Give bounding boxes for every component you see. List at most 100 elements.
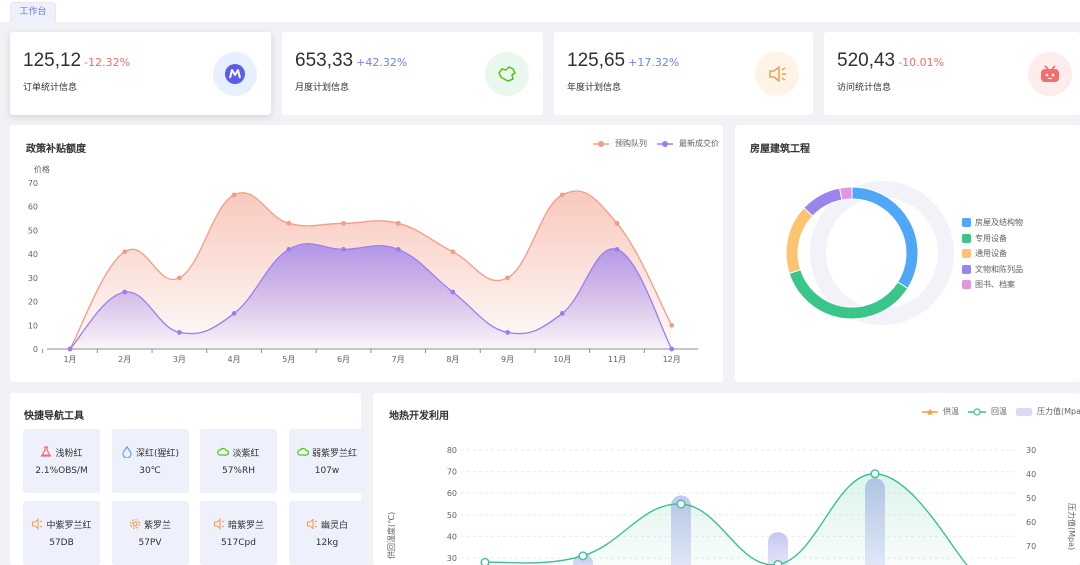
data-point[interactable] [669, 322, 675, 328]
geothermal-chart: 30 40 50 60 70 80 30 40 50 60 70 供回温度(℃) 压力值(Mpa) [386, 446, 1077, 565]
data-point[interactable] [67, 346, 73, 352]
data-point[interactable] [231, 192, 237, 198]
tool-tile[interactable]: 中紫罗兰红 57DB [23, 501, 100, 565]
bilibili-icon [1028, 52, 1072, 96]
y-tick-label: 60 [28, 203, 38, 212]
legend-item[interactable]: 图书、档案 [962, 277, 1023, 293]
data-point[interactable] [341, 220, 346, 226]
tab-bar [0, 0, 1080, 22]
data-point[interactable] [395, 220, 401, 226]
data-point[interactable] [395, 247, 401, 252]
tool-label: 紫罗兰 [143, 521, 171, 531]
tool-tile[interactable]: 深红(猩红) 30℃ [111, 429, 189, 493]
tool-tile[interactable]: 暗紫罗兰 517Cpd [200, 501, 277, 565]
stat-label: 月度计划信息 [295, 83, 350, 93]
data-point[interactable] [773, 559, 783, 565]
data-point[interactable] [669, 346, 675, 352]
legend-label: 图书、档案 [975, 280, 1015, 290]
data-point[interactable] [614, 247, 620, 252]
stat-card-visits[interactable]: 520,43 -10.01% 访问统计信息 [824, 32, 1080, 115]
data-point[interactable] [578, 551, 588, 561]
legend-item[interactable]: 房屋及结构物 [962, 215, 1023, 231]
legend-item[interactable]: 通用设备 [962, 246, 1023, 262]
data-point[interactable] [177, 330, 182, 335]
x-tick-label: 5月 [282, 355, 295, 364]
speaker-icon [755, 52, 799, 96]
y-axis-label: 供回温度(℃) [386, 512, 396, 559]
donut-slice[interactable] [785, 207, 814, 275]
data-point[interactable] [177, 275, 182, 281]
legend-swatch [962, 233, 971, 243]
quick-tools-panel: 快捷导航工具 浅粉红 2.1%OBS/M 深红(猩红) 30℃ 淡紫红 57%RH 弱紫罗兰… [10, 393, 366, 565]
stat-card-yearly[interactable]: 125,65 +17.32% 年度计划信息 [554, 32, 813, 115]
stat-card-monthly[interactable]: 653,33 +42.32% 月度计划信息 [282, 32, 543, 115]
data-point[interactable] [286, 247, 292, 252]
cloud-icon [217, 447, 230, 456]
y-tick-label: 40 [28, 250, 38, 259]
x-tick-label: 3月 [173, 355, 186, 364]
tool-tile[interactable]: 幽灵白 12kg [288, 501, 366, 565]
x-tick-label: 1月 [63, 355, 76, 364]
legend-label: 文物和陈列品 [975, 264, 1023, 274]
map-icon [485, 52, 529, 96]
data-point[interactable] [480, 557, 490, 565]
tool-tile[interactable]: 弱紫罗兰红 107w [288, 429, 366, 493]
tool-label: 淡紫红 [232, 449, 260, 459]
stat-change: -10.01% [898, 56, 945, 69]
tool-name: 中紫罗兰红 [23, 518, 100, 531]
stat-card-orders[interactable]: 125,12 -12.32% 订单统计信息 [10, 32, 271, 115]
return-temp-area [485, 473, 967, 565]
panel-title: 快捷导航工具 [24, 411, 84, 422]
data-point[interactable] [614, 220, 620, 226]
donut-shadow-hole [826, 197, 938, 309]
data-point[interactable] [870, 469, 880, 479]
tab-workbench[interactable]: 工作台 [10, 2, 56, 22]
y2-tick-label: 70 [1026, 542, 1036, 551]
tool-label: 浅粉红 [55, 449, 83, 459]
data-point[interactable] [122, 289, 128, 295]
x-tick-label: 12月 [663, 355, 681, 364]
tool-label: 幽灵白 [320, 521, 348, 531]
tool-tile[interactable]: 淡紫红 57%RH [200, 429, 277, 493]
data-point[interactable] [122, 249, 128, 255]
tool-tile[interactable]: 浅粉红 2.1%OBS/M [23, 429, 100, 493]
legend-swatch [962, 249, 971, 259]
tool-value: 57%RH [221, 466, 256, 476]
data-point[interactable] [231, 311, 237, 316]
tool-tile[interactable]: 紫罗兰 57PV [111, 501, 189, 565]
tool-name: 紫罗兰 [112, 518, 189, 531]
data-point[interactable] [286, 220, 292, 226]
legend-swatch [962, 218, 971, 228]
data-point[interactable] [559, 311, 565, 316]
legend-label: 专用设备 [975, 233, 1007, 243]
tool-label: 暗紫罗兰 [227, 521, 264, 531]
tool-value: 30℃ [139, 466, 161, 476]
legend-label: 通用设备 [975, 249, 1007, 259]
data-point[interactable] [505, 275, 510, 281]
speaker-icon [306, 518, 318, 530]
stat-value: 520,43 [837, 50, 896, 71]
data-point[interactable] [559, 192, 565, 198]
data-point[interactable] [676, 499, 686, 509]
y-tick-label: 20 [28, 298, 38, 307]
tool-name: 弱紫罗兰红 [289, 446, 366, 459]
stat-label: 访问统计信息 [837, 83, 892, 93]
donut-slice[interactable] [839, 186, 853, 201]
legend-item[interactable]: 文物和陈列品 [962, 262, 1023, 278]
stat-change: +17.32% [628, 56, 680, 69]
data-point[interactable] [341, 247, 346, 252]
tool-name: 幽灵白 [289, 518, 366, 531]
legend-swatch [962, 264, 971, 274]
legend-item[interactable]: 专用设备 [962, 231, 1023, 247]
tool-value: 12kg [315, 538, 339, 548]
y-tick-label: 50 [28, 226, 38, 235]
y2-tick-label: 30 [1026, 446, 1036, 455]
data-point[interactable] [450, 289, 456, 295]
x-tick-label: 9月 [501, 355, 514, 364]
y2-tick-label: 50 [1026, 494, 1036, 503]
data-point[interactable] [450, 249, 456, 255]
y-tick-label: 60 [447, 489, 457, 498]
data-point[interactable] [505, 330, 510, 335]
stat-label: 年度计划信息 [567, 83, 622, 93]
tool-name: 浅粉红 [23, 446, 100, 459]
